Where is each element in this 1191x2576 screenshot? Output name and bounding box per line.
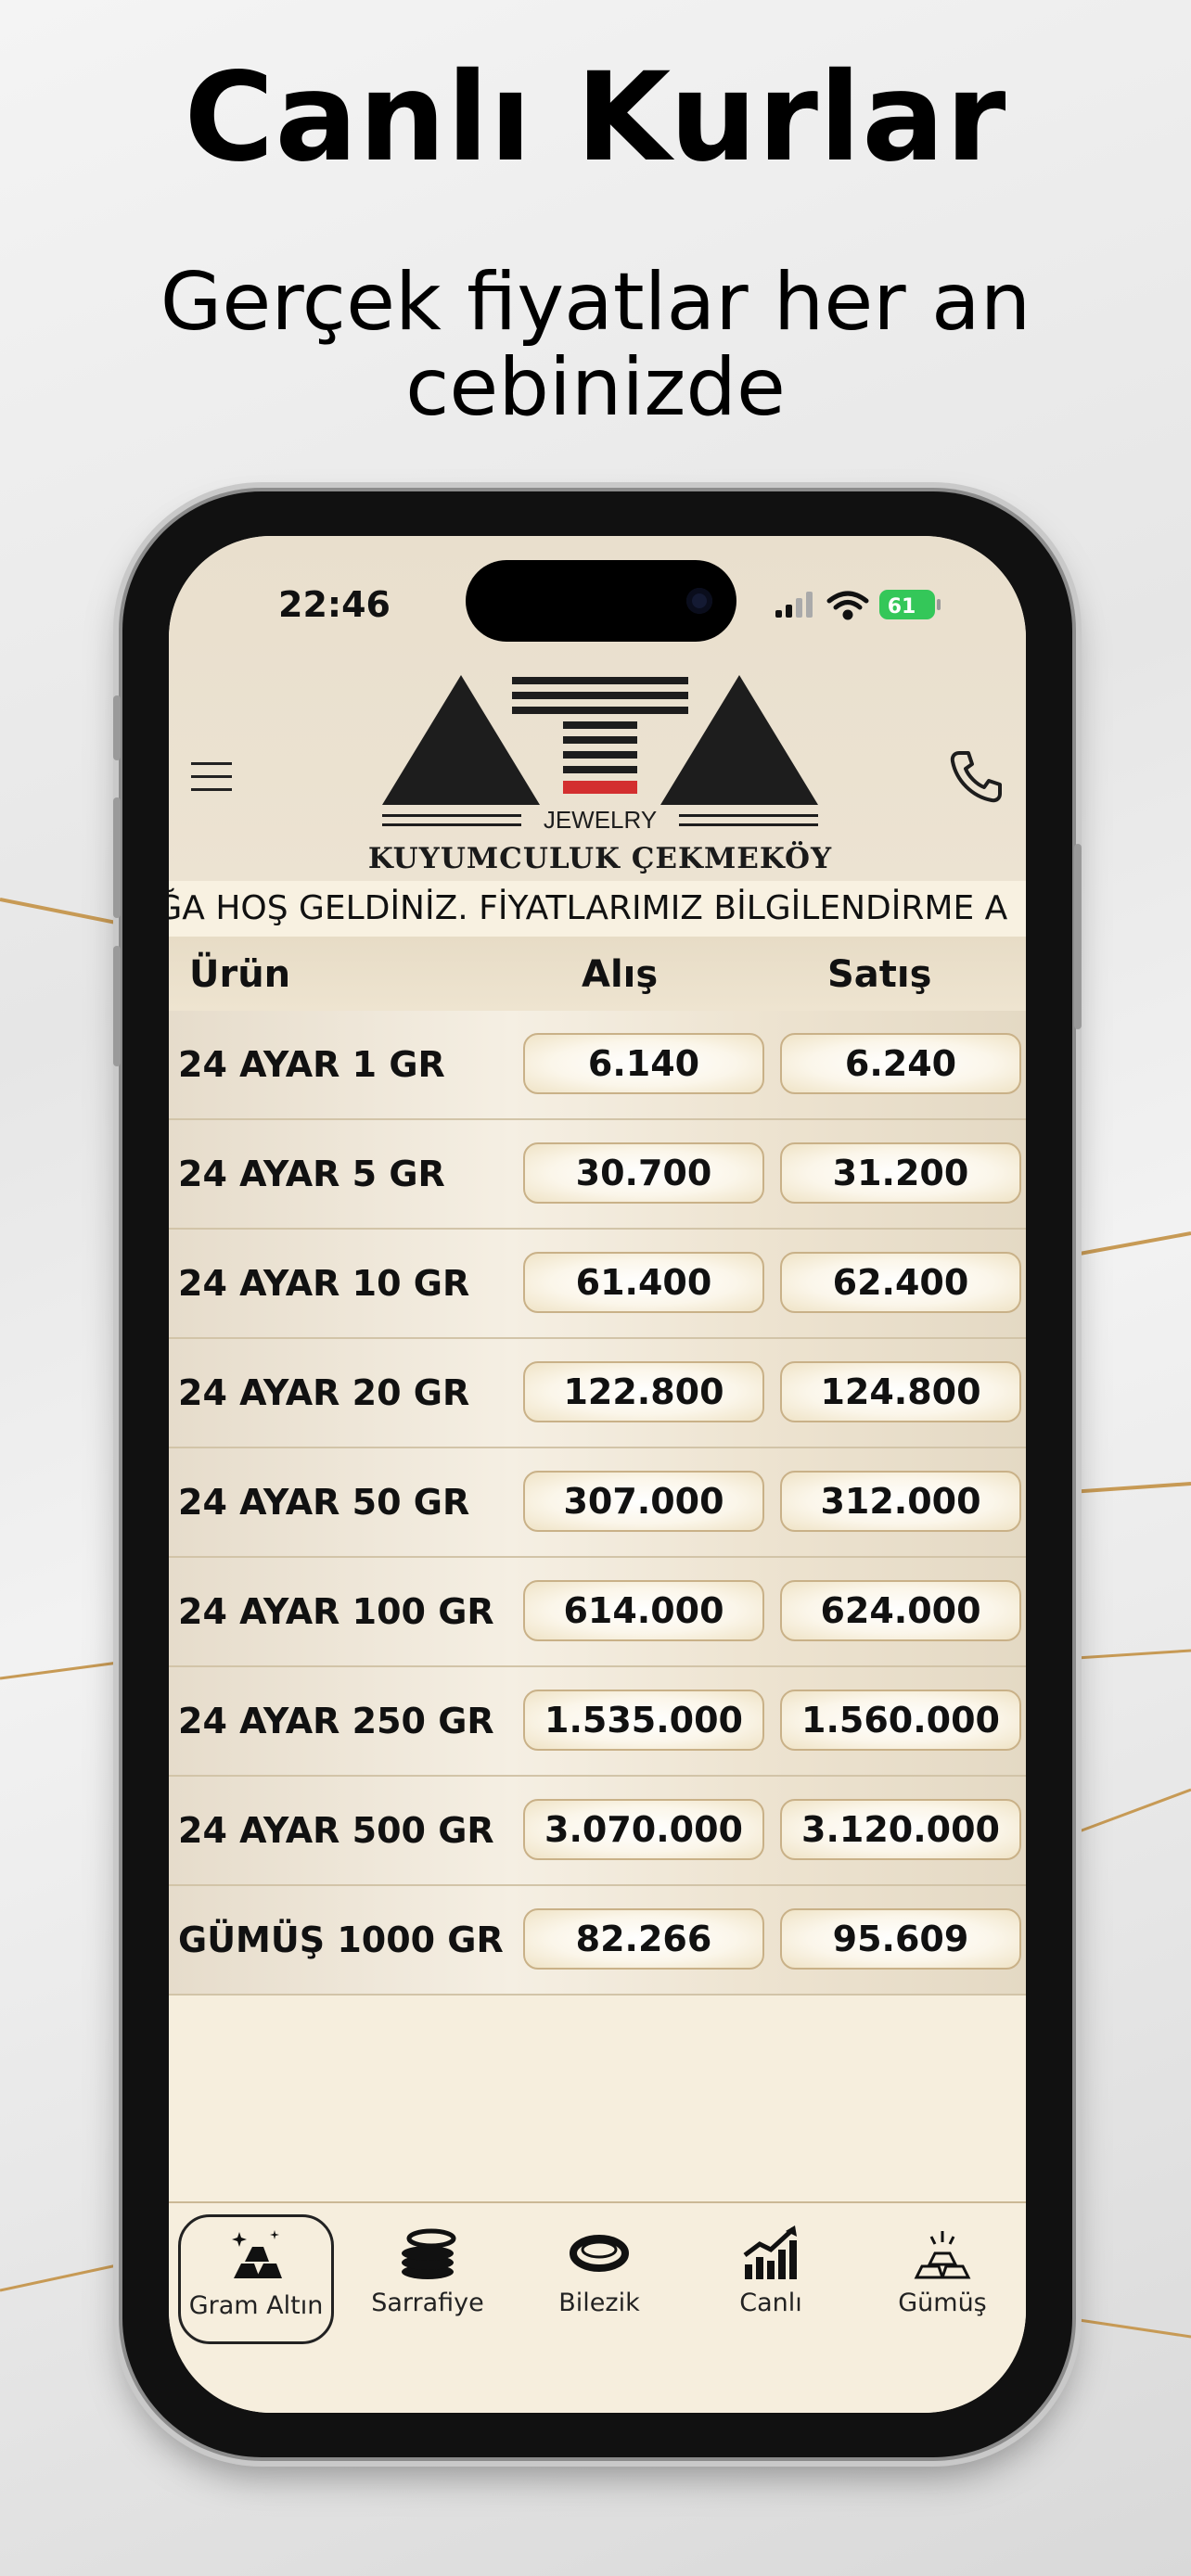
product-name: 24 AYAR 100 GR: [178, 1591, 494, 1632]
price-table-header: Ürün Alış Satış: [169, 937, 1026, 1011]
promo-subtitle: Gerçek fiyatlar her an cebinizde: [160, 256, 1031, 434]
bottom-tab-bar: Gram Altın Sarrafiye Bilezik Canlı Gümüş: [169, 2201, 1026, 2413]
wifi-icon: [826, 591, 869, 620]
brand-logo: JEWELRY: [382, 675, 818, 834]
buy-price: 614.000: [523, 1580, 764, 1641]
tab-label: Bilezik: [558, 2289, 640, 2317]
product-name: 24 AYAR 250 GR: [178, 1701, 494, 1741]
column-header-sell: Satış: [827, 953, 932, 996]
brand-name: KUYUMCULUK ÇEKMEKÖY: [367, 842, 833, 875]
table-row[interactable]: GÜMÜŞ 1000 GR 82.266 95.609: [169, 1886, 1026, 1996]
sell-price: 124.800: [780, 1361, 1021, 1422]
buy-price: 1.535.000: [523, 1690, 764, 1751]
tab-gram-altin[interactable]: Gram Altın: [178, 2214, 334, 2344]
phone-frame: JEWELRY KUYUMCULUK ÇEKMEKÖY 22:46 61 UĞA…: [113, 491, 1082, 2457]
table-row[interactable]: 24 AYAR 250 GR 1.535.000 1.560.000: [169, 1667, 1026, 1777]
chart-up-icon: [743, 2225, 797, 2279]
dynamic-island: [466, 560, 736, 642]
tab-bilezik[interactable]: Bilezik: [521, 2214, 677, 2344]
tab-sarrafiye[interactable]: Sarrafiye: [350, 2214, 506, 2344]
hamburger-menu-icon[interactable]: [189, 759, 234, 796]
product-name: 24 AYAR 5 GR: [178, 1154, 445, 1194]
sell-price: 95.609: [780, 1908, 1021, 1970]
tab-label: Gümüş: [898, 2289, 987, 2317]
sell-price: 1.560.000: [780, 1690, 1021, 1751]
product-name: 24 AYAR 500 GR: [178, 1810, 494, 1851]
buy-price: 61.400: [523, 1252, 764, 1313]
table-row[interactable]: 24 AYAR 50 GR 307.000 312.000: [169, 1448, 1026, 1558]
silver-bars-icon: [914, 2231, 971, 2279]
product-name: 24 AYAR 20 GR: [178, 1372, 470, 1413]
buy-price: 6.140: [523, 1033, 764, 1094]
phone-call-icon[interactable]: [946, 747, 1005, 807]
marquee-text: UĞA HOŞ GELDİNİZ. FİYATLARIMIZ BİLGİLEND…: [169, 889, 1008, 927]
signal-icon: [775, 592, 813, 618]
price-table: 24 AYAR 1 GR 6.140 6.240 24 AYAR 5 GR 30…: [169, 1011, 1026, 1996]
table-row[interactable]: 24 AYAR 10 GR 61.400 62.400: [169, 1230, 1026, 1339]
sell-price: 62.400: [780, 1252, 1021, 1313]
tab-label: Canlı: [739, 2289, 802, 2317]
table-row[interactable]: 24 AYAR 20 GR 122.800 124.800: [169, 1339, 1026, 1448]
battery-icon: 61: [879, 590, 941, 619]
column-header-product: Ürün: [189, 953, 291, 996]
product-name: 24 AYAR 50 GR: [178, 1482, 470, 1523]
buy-price: 3.070.000: [523, 1799, 764, 1860]
tab-gumus[interactable]: Gümüş: [864, 2214, 1020, 2344]
table-row[interactable]: 24 AYAR 100 GR 614.000 624.000: [169, 1558, 1026, 1667]
sell-price: 31.200: [780, 1142, 1021, 1204]
action-button: [113, 695, 121, 760]
battery-level: 61: [888, 595, 916, 618]
camera-icon: [686, 588, 712, 614]
status-time: 22:46: [278, 584, 391, 625]
gold-bars-icon: [232, 2230, 282, 2278]
status-icons: 61: [775, 590, 941, 620]
power-button: [1074, 844, 1082, 1029]
sell-price: 312.000: [780, 1471, 1021, 1532]
column-header-buy: Alış: [582, 953, 659, 996]
table-row[interactable]: 24 AYAR 5 GR 30.700 31.200: [169, 1120, 1026, 1230]
sell-price: 624.000: [780, 1580, 1021, 1641]
tab-canli[interactable]: Canlı: [693, 2214, 849, 2344]
coins-icon: [402, 2228, 456, 2279]
tab-label: Sarrafiye: [371, 2289, 484, 2317]
tab-label: Gram Altın: [188, 2291, 324, 2320]
buy-price: 307.000: [523, 1471, 764, 1532]
buy-price: 82.266: [523, 1908, 764, 1970]
product-name: GÜMÜŞ 1000 GR: [178, 1919, 504, 1960]
volume-up-button: [113, 797, 121, 918]
sell-price: 6.240: [780, 1033, 1021, 1094]
announcement-marquee: UĞA HOŞ GELDİNİZ. FİYATLARIMIZ BİLGİLEND…: [169, 881, 1026, 937]
product-name: 24 AYAR 1 GR: [178, 1044, 445, 1085]
buy-price: 122.800: [523, 1361, 764, 1422]
bracelet-icon: [570, 2235, 629, 2272]
logo-text: JEWELRY: [544, 806, 657, 834]
buy-price: 30.700: [523, 1142, 764, 1204]
volume-down-button: [113, 946, 121, 1066]
table-row[interactable]: 24 AYAR 1 GR 6.140 6.240: [169, 1011, 1026, 1120]
status-bar: 22:46 61: [169, 536, 1026, 647]
table-row[interactable]: 24 AYAR 500 GR 3.070.000 3.120.000: [169, 1777, 1026, 1886]
product-name: 24 AYAR 10 GR: [178, 1263, 470, 1304]
app-screen: JEWELRY KUYUMCULUK ÇEKMEKÖY 22:46 61 UĞA…: [169, 536, 1026, 2413]
promo-title: Canlı Kurlar: [184, 46, 1007, 189]
sell-price: 3.120.000: [780, 1799, 1021, 1860]
